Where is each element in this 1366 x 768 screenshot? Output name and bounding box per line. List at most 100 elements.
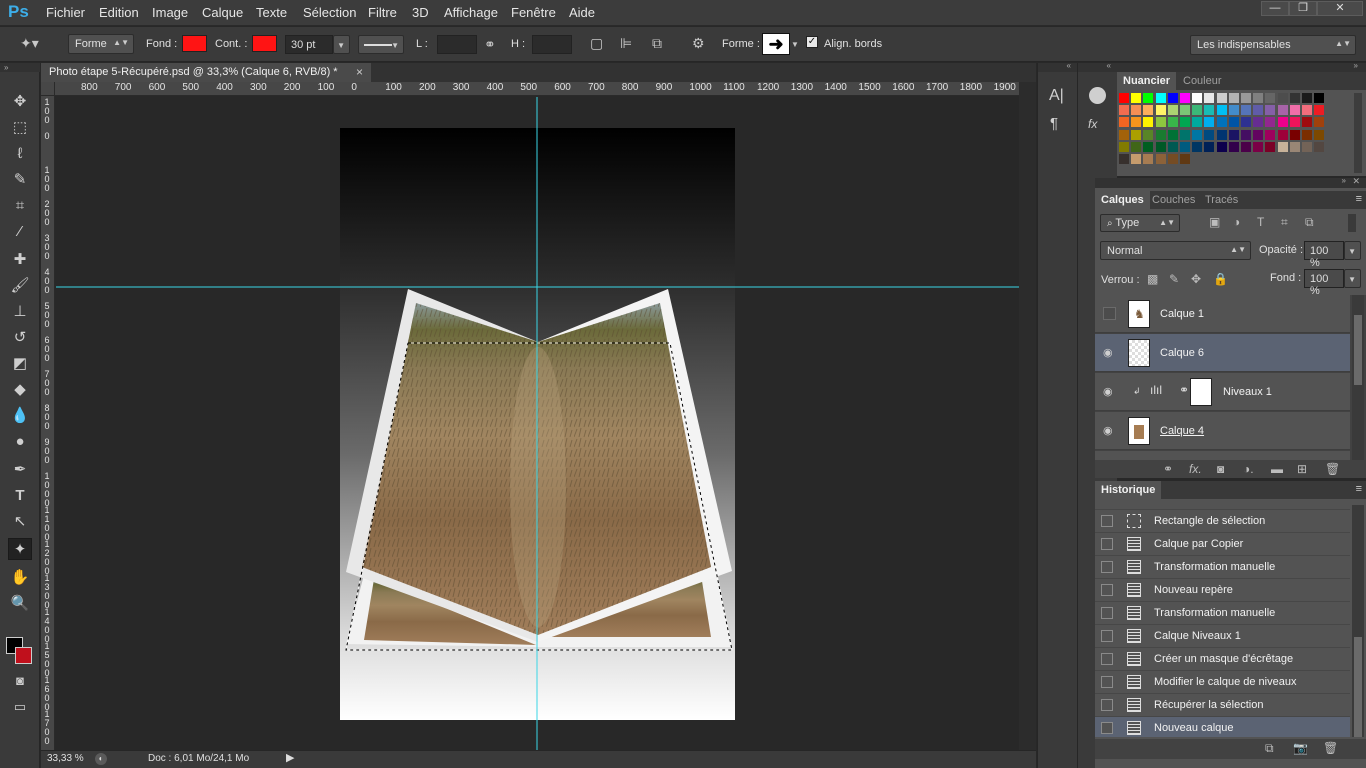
layer-name[interactable]: Calque 6 (1160, 347, 1204, 359)
lock-all-icon[interactable]: 🔒 (1213, 272, 1228, 286)
color-swatch[interactable] (1277, 117, 1288, 128)
color-swatch[interactable] (1216, 93, 1227, 103)
color-swatch[interactable] (1204, 105, 1215, 116)
layer-name[interactable]: Calque 4 (1160, 425, 1204, 437)
path-operations-icon[interactable]: ▢ (590, 35, 603, 51)
ruler-origin[interactable] (41, 82, 55, 96)
color-swatch[interactable] (1180, 141, 1190, 152)
history-scrollbar[interactable] (1352, 505, 1364, 737)
history-row[interactable]: Transformation manuelle (1095, 602, 1350, 625)
color-swatch[interactable] (1314, 105, 1325, 116)
color-swatch[interactable] (1289, 141, 1300, 152)
color-swatch[interactable] (1143, 117, 1154, 128)
screen-mode-icon[interactable]: ▭ (8, 696, 32, 718)
color-swatch[interactable] (1204, 129, 1215, 140)
color-swatch[interactable] (1131, 154, 1142, 164)
color-swatch[interactable] (1265, 129, 1276, 140)
color-swatch[interactable] (1180, 154, 1190, 164)
tab-historique[interactable]: Historique (1095, 481, 1162, 499)
color-swatch[interactable] (1167, 93, 1178, 103)
history-row[interactable]: Calque par Copier (1095, 533, 1350, 556)
collapse-icon[interactable]: » (0, 63, 40, 72)
color-swatch[interactable] (1265, 117, 1276, 128)
restore-button[interactable]: ❐ (1289, 1, 1317, 16)
color-swatch[interactable] (1265, 141, 1276, 152)
lasso-icon[interactable]: ℓ (8, 143, 32, 165)
color-swatch[interactable] (1302, 141, 1312, 152)
zoom-level[interactable]: 33,33 % (47, 753, 84, 764)
history-source-checkbox[interactable] (1101, 699, 1113, 711)
menu-affichage[interactable]: Affichage (444, 5, 498, 20)
stroke-width-field[interactable]: 30 pt (285, 35, 333, 54)
color-swatch[interactable] (1119, 105, 1129, 116)
blend-mode-dropdown[interactable]: Normal ▲▼ (1100, 241, 1251, 260)
lock-position-icon[interactable]: ✥ (1191, 272, 1201, 286)
opacity-field[interactable]: 100 % (1304, 241, 1344, 269)
history-source-checkbox[interactable] (1101, 722, 1113, 734)
color-swatch[interactable] (1277, 105, 1288, 116)
color-swatch[interactable] (1143, 129, 1154, 140)
layer-row-niveaux-1[interactable]: ◉ ↲ ılıl ⚭ Niveaux 1 (1095, 373, 1350, 411)
color-swatch[interactable] (1265, 105, 1276, 116)
tool-mode-dropdown[interactable]: Forme ▲▼ (68, 34, 134, 54)
color-swatch[interactable] (1167, 105, 1178, 116)
menu-fichier[interactable]: Fichier (46, 5, 85, 20)
eyedropper-icon[interactable]: ⁄ (8, 221, 32, 243)
filter-shape-icon[interactable]: ⌗ (1281, 215, 1288, 230)
color-swatch[interactable] (1241, 105, 1251, 116)
visibility-toggle[interactable] (1103, 307, 1116, 320)
color-swatch[interactable] (1216, 105, 1227, 116)
color-swatch[interactable] (1143, 105, 1154, 116)
layer-mask-thumbnail[interactable] (1190, 378, 1212, 406)
custom-shape-tool-preset-icon[interactable]: ✦▾ (20, 35, 39, 51)
opacity-dropdown[interactable]: ▼ (1344, 241, 1361, 260)
color-swatch[interactable] (1119, 117, 1129, 128)
delete-state-icon[interactable]: 🗑 (1323, 741, 1338, 755)
color-swatch[interactable] (1167, 154, 1178, 164)
stroke-width-dropdown[interactable]: ▼ (333, 35, 350, 54)
panel-menu-icon[interactable]: ≡ (1356, 483, 1362, 495)
swatch-grid[interactable] (1119, 93, 1349, 173)
history-row[interactable]: Transformation manuelle (1095, 556, 1350, 579)
color-swatch[interactable] (1131, 141, 1142, 152)
quick-select-icon[interactable]: ✎ (8, 169, 32, 191)
link-icon[interactable]: ⚭ (1179, 383, 1189, 397)
fill-field[interactable]: 100 % (1304, 269, 1344, 297)
new-layer-icon[interactable]: ⊞ (1297, 462, 1307, 476)
history-source-checkbox[interactable] (1101, 630, 1113, 642)
lock-pixels-icon[interactable]: ✎ (1169, 272, 1179, 286)
color-swatch[interactable] (1131, 93, 1142, 103)
type-icon[interactable]: T (8, 485, 32, 507)
history-source-checkbox[interactable] (1101, 538, 1113, 550)
color-swatch[interactable] (1216, 141, 1227, 152)
path-alignment-icon[interactable]: ⊫ (620, 35, 632, 51)
color-swatch[interactable] (1228, 93, 1239, 103)
eye-icon[interactable]: ◉ (1103, 385, 1117, 398)
expand-icon[interactable]: « (1067, 61, 1071, 70)
canvas-vertical-scrollbar[interactable] (1019, 82, 1036, 750)
color-swatch[interactable] (1204, 141, 1215, 152)
tab-calques[interactable]: Calques (1095, 191, 1150, 209)
color-swatch[interactable] (1289, 93, 1300, 103)
color-swatch[interactable] (1119, 129, 1129, 140)
new-snapshot-icon[interactable]: 📷 (1293, 741, 1308, 755)
filter-pixel-icon[interactable]: ▣ (1209, 215, 1220, 229)
color-swatch[interactable] (1228, 117, 1239, 128)
color-swatch[interactable] (1265, 93, 1276, 103)
color-swatch[interactable] (1228, 141, 1239, 152)
menu-selection[interactable]: Sélection (303, 5, 356, 20)
character-panel-icon[interactable]: A| (1049, 87, 1064, 105)
filter-type-icon[interactable]: T (1257, 215, 1264, 229)
layer-filter-dropdown[interactable]: ⌕ Type ▲▼ (1100, 214, 1180, 232)
stamp-icon[interactable]: ⊥ (8, 301, 32, 323)
history-brush-icon[interactable]: ↺ (8, 327, 32, 349)
add-mask-icon[interactable]: ◙ (1217, 462, 1224, 476)
tab-couleur[interactable]: Couleur (1177, 72, 1228, 90)
layer-row-calque-4[interactable]: ◉ Calque 4 (1095, 412, 1350, 450)
styles-panel-icon[interactable]: fx (1088, 117, 1097, 131)
color-swatch[interactable] (1241, 117, 1251, 128)
gear-icon[interactable]: ⚙ (692, 35, 705, 51)
color-swatch[interactable] (1253, 141, 1264, 152)
color-swatch[interactable] (1180, 129, 1190, 140)
color-swatch[interactable] (1131, 117, 1142, 128)
